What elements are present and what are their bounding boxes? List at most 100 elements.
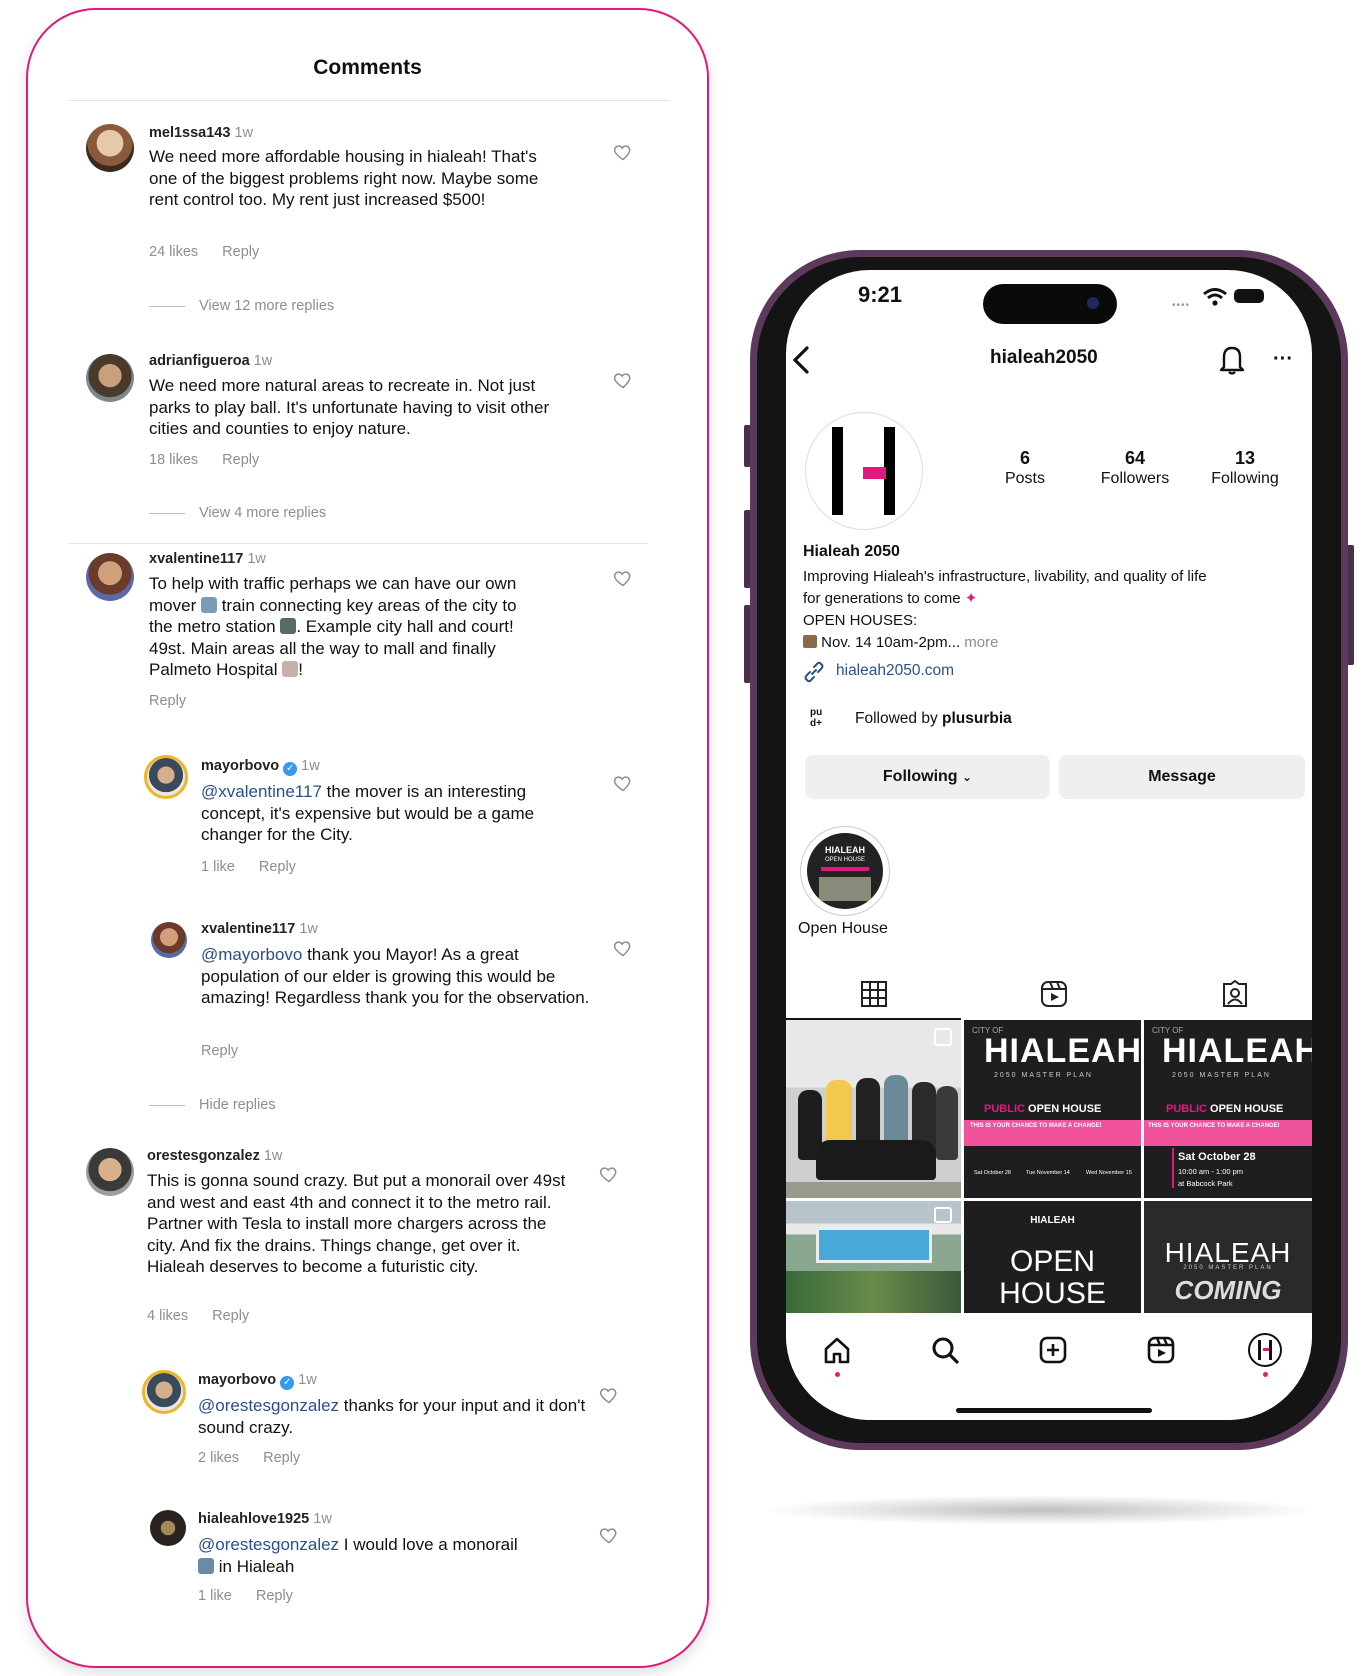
reels-icon[interactable] [1146, 1335, 1176, 1365]
comment-meta: 2 likes Reply [198, 1450, 324, 1466]
followers-count: 64 [1124, 448, 1146, 468]
reply-button[interactable]: Reply [222, 452, 259, 468]
avatar[interactable] [151, 922, 187, 958]
likes-count[interactable]: 18 likes [149, 452, 198, 468]
post-text: HIALEAH [1162, 1032, 1312, 1070]
comment-username[interactable]: mayorbovo ✓ 1w [201, 758, 320, 776]
bio-line: Improving Hialeah's infrastructure, liva… [803, 568, 1207, 585]
post-thumbnail[interactable] [786, 1020, 961, 1198]
comments-title: Comments [313, 56, 422, 79]
followed-by[interactable]: Followed by plusurbia [855, 710, 1012, 728]
comment-username[interactable]: orestesgonzalez 1w [147, 1148, 282, 1164]
post-thumbnail[interactable]: HIALEAH OPEN HOUSE [964, 1201, 1141, 1313]
followers-label[interactable]: Followers [1090, 470, 1180, 488]
more-options-icon[interactable]: ··· [1273, 348, 1293, 371]
comment-text: We need more affordable housing in hiale… [149, 147, 539, 209]
following-button[interactable]: Following ⌄ [805, 755, 1050, 799]
highlight-open-house[interactable]: HIALEAH OPEN HOUSE [800, 826, 890, 916]
bio-more-link[interactable]: more [964, 634, 998, 651]
comment-username[interactable]: hialeahlove1925 1w [198, 1511, 332, 1527]
avatar[interactable] [150, 1510, 186, 1546]
comment-text: We need more natural areas to recreate i… [149, 376, 550, 438]
post-text: HIALEAH [984, 1032, 1141, 1070]
create-post-icon[interactable] [1038, 1335, 1068, 1365]
bio-line: OPEN HOUSES: [803, 612, 918, 629]
reply-button[interactable]: Reply [256, 1588, 293, 1604]
reply-button[interactable]: Reply [201, 1043, 238, 1059]
reply-button[interactable]: Reply [212, 1308, 249, 1324]
profile-nav-avatar[interactable] [1248, 1333, 1282, 1367]
bell-icon[interactable] [1218, 344, 1246, 376]
profile-link[interactable]: hialeah2050.com [836, 662, 954, 680]
comment-username[interactable]: xvalentine117 1w [201, 921, 318, 937]
comment-time: 1w [299, 921, 318, 937]
post-thumbnail[interactable]: HIALEAH 2050 MASTER PLAN COMING [1144, 1201, 1312, 1313]
back-arrow-icon[interactable] [790, 345, 812, 375]
post-thumbnail[interactable] [786, 1201, 961, 1313]
comment-username[interactable]: mayorbovo ✓ 1w [198, 1372, 317, 1390]
mention-link[interactable]: @xvalentine117 [201, 782, 322, 801]
post-text: OPEN [1009, 1245, 1096, 1278]
likes-count[interactable]: 24 likes [149, 244, 198, 260]
verified-badge-icon: ✓ [283, 762, 298, 776]
heart-icon[interactable] [613, 938, 633, 958]
avatar[interactable] [86, 1148, 134, 1196]
comment-username[interactable]: adrianfigueroa 1w [149, 353, 272, 369]
heart-icon[interactable] [613, 773, 633, 793]
reply-button[interactable]: Reply [222, 244, 259, 260]
comment-time: 1w [263, 1148, 283, 1164]
heart-icon[interactable] [599, 1164, 619, 1184]
heart-icon[interactable] [599, 1525, 619, 1545]
likes-count[interactable]: 2 likes [198, 1450, 239, 1466]
comment-text: @orestesgonzalez thanks for your input a… [198, 1396, 586, 1437]
avatar[interactable] [144, 755, 188, 799]
post-text: Sat October 28 [1178, 1151, 1256, 1163]
hide-replies[interactable]: Hide replies [149, 1097, 276, 1113]
reels-tab-icon[interactable] [1040, 980, 1068, 1008]
following-label[interactable]: Following [1200, 470, 1290, 488]
phone-shadow [760, 1495, 1320, 1525]
post-thumbnail[interactable]: CITY OF HIALEAH 2050 MASTER PLAN PUBLIC … [1144, 1020, 1312, 1198]
comment-username[interactable]: mel1ssa143 1w [149, 125, 253, 141]
comment-time: 1w [301, 758, 320, 774]
heart-icon[interactable] [613, 568, 633, 588]
avatar[interactable] [86, 124, 134, 172]
heart-icon[interactable] [613, 370, 633, 390]
mention-link[interactable]: @orestesgonzalez [198, 1535, 339, 1554]
heart-icon[interactable] [599, 1385, 619, 1405]
profile-avatar[interactable] [805, 412, 923, 530]
avatar[interactable] [86, 553, 134, 601]
likes-count[interactable]: 1 like [201, 859, 235, 875]
likes-count[interactable]: 4 likes [147, 1308, 188, 1324]
view-more-replies[interactable]: View 4 more replies [149, 505, 326, 521]
heart-icon[interactable] [613, 142, 633, 162]
post-text: Tue November 14 [1026, 1170, 1070, 1176]
message-button[interactable]: Message [1059, 755, 1305, 799]
comment-time: 1w [298, 1372, 317, 1388]
profile-handle: hialeah2050 [990, 347, 1098, 368]
mention-link[interactable]: @mayorbovo [201, 945, 302, 964]
comment-text: @mayorbovo thank you Mayor! As a great p… [201, 945, 590, 1007]
notification-dot [1263, 1372, 1268, 1377]
bio-line: for generations to come [803, 590, 961, 607]
comment-meta: 18 likes Reply [149, 452, 283, 468]
mention-link[interactable]: @orestesgonzalez [198, 1396, 339, 1415]
posts-label[interactable]: Posts [990, 470, 1060, 488]
home-icon[interactable] [822, 1335, 852, 1365]
grid-tab-icon[interactable] [860, 980, 888, 1008]
reply-button[interactable]: Reply [149, 693, 186, 709]
comment-meta: 1 like Reply [198, 1588, 317, 1604]
likes-count[interactable]: 1 like [198, 1588, 232, 1604]
battery-icon [1234, 289, 1264, 303]
avatar[interactable] [86, 354, 134, 402]
search-icon[interactable] [930, 1335, 960, 1365]
comment-username[interactable]: xvalentine117 1w [149, 551, 266, 567]
reply-button[interactable]: Reply [259, 859, 296, 875]
hospital-emoji-icon [282, 661, 299, 677]
avatar[interactable] [142, 1370, 186, 1414]
posts-count: 6 [1019, 448, 1030, 468]
post-thumbnail[interactable]: CITY OF HIALEAH 2050 MASTER PLAN PUBLIC … [964, 1020, 1141, 1198]
view-more-replies[interactable]: View 12 more replies [149, 298, 334, 314]
tagged-tab-icon[interactable] [1220, 980, 1250, 1008]
reply-button[interactable]: Reply [263, 1450, 300, 1466]
